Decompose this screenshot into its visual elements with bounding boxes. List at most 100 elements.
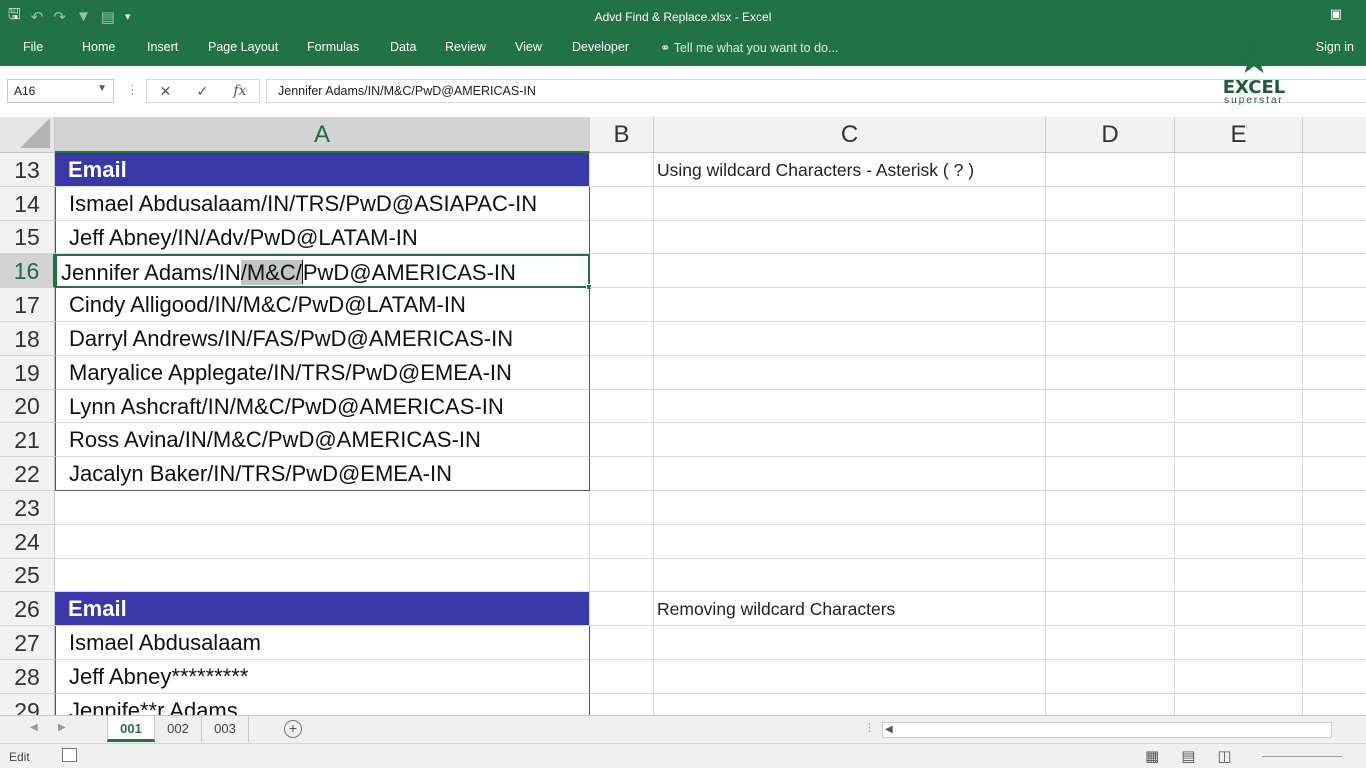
cell-f29[interactable] — [1303, 694, 1366, 715]
cell-a15[interactable]: Jeff Abney/IN/Adv/PwD@LATAM-IN — [55, 221, 590, 254]
cell-f27[interactable] — [1303, 626, 1366, 660]
cell-b26[interactable] — [590, 592, 654, 626]
cell-a19[interactable]: Maryalice Applegate/IN/TRS/PwD@EMEA-IN — [55, 356, 590, 390]
cell-a28[interactable]: Jeff Abney********* — [55, 660, 590, 694]
column-header-e[interactable]: E — [1175, 117, 1303, 153]
row-header-18[interactable]: 18 — [0, 322, 55, 356]
row-header-21[interactable]: 21 — [0, 423, 55, 457]
cell-f24[interactable] — [1303, 525, 1366, 559]
column-header-c[interactable]: C — [654, 117, 1046, 153]
cell-b21[interactable] — [590, 423, 654, 457]
cell-e18[interactable] — [1175, 322, 1303, 356]
cell-c13[interactable]: Using wildcard Characters - Asterisk ( ?… — [654, 153, 1046, 187]
row-header-26[interactable]: 26 — [0, 592, 55, 626]
cell-c21[interactable] — [654, 423, 1046, 457]
cell-e29[interactable] — [1175, 694, 1303, 715]
cell-b29[interactable] — [590, 694, 654, 715]
tell-me-search[interactable]: ⚭ Tell me what you want to do... — [660, 40, 838, 55]
macro-recording-icon[interactable] — [62, 748, 77, 762]
cell-d14[interactable] — [1046, 187, 1175, 221]
cell-f23[interactable] — [1303, 491, 1366, 525]
horizontal-scrollbar[interactable]: ◀ — [882, 722, 1332, 738]
cell-d13[interactable] — [1046, 153, 1175, 187]
cell-a24[interactable] — [55, 525, 590, 559]
select-all-button[interactable] — [0, 117, 55, 153]
cell-e23[interactable] — [1175, 491, 1303, 525]
cell-b14[interactable] — [590, 187, 654, 221]
tab-formulas[interactable]: Formulas — [307, 40, 359, 54]
row-header-19[interactable]: 19 — [0, 356, 55, 390]
cell-b17[interactable] — [590, 288, 654, 322]
zoom-slider[interactable] — [1262, 756, 1342, 757]
cell-d20[interactable] — [1046, 390, 1175, 423]
cell-f14[interactable] — [1303, 187, 1366, 221]
row-header-20[interactable]: 20 — [0, 390, 55, 423]
cell-c22[interactable] — [654, 457, 1046, 491]
enter-icon[interactable]: ✓ — [196, 83, 208, 100]
chevron-down-icon[interactable]: ▼ — [97, 83, 107, 94]
cell-d19[interactable] — [1046, 356, 1175, 390]
row-header-23[interactable]: 23 — [0, 491, 55, 525]
column-header-a[interactable]: A — [55, 117, 590, 153]
cell-c25[interactable] — [654, 559, 1046, 592]
cell-d27[interactable] — [1046, 626, 1175, 660]
cell-c19[interactable] — [654, 356, 1046, 390]
scroll-left-arrow-icon[interactable]: ◀ — [885, 724, 893, 735]
formula-bar-grip[interactable]: ⋮ — [126, 82, 139, 98]
cell-d16[interactable] — [1046, 254, 1175, 288]
insert-function-icon[interactable]: fx — [233, 83, 246, 99]
page-break-view-icon[interactable]: ◫ — [1217, 747, 1231, 765]
cell-a26[interactable]: Email — [55, 592, 590, 626]
cell-a21[interactable]: Ross Avina/IN/M&C/PwD@AMERICAS-IN — [55, 423, 590, 457]
cell-f16[interactable] — [1303, 254, 1366, 288]
cell-f18[interactable] — [1303, 322, 1366, 356]
cell-d15[interactable] — [1046, 221, 1175, 254]
formula-input[interactable]: Jennifer Adams/IN/M&C/PwD@AMERICAS-IN — [266, 79, 1366, 103]
cell-d18[interactable] — [1046, 322, 1175, 356]
cell-e27[interactable] — [1175, 626, 1303, 660]
cell-b28[interactable] — [590, 660, 654, 694]
cell-a22[interactable]: Jacalyn Baker/IN/TRS/PwD@EMEA-IN — [55, 457, 590, 491]
cell-a23[interactable] — [55, 491, 590, 525]
cell-a17[interactable]: Cindy Alligood/IN/M&C/PwD@LATAM-IN — [55, 288, 590, 322]
cell-c23[interactable] — [654, 491, 1046, 525]
row-header-22[interactable]: 22 — [0, 457, 55, 491]
cell-a29[interactable]: Jennife**r Adams — [55, 694, 590, 715]
worksheet-grid[interactable]: A B C D E 13 Email Using wildcard Characte… — [0, 117, 1366, 715]
cell-b18[interactable] — [590, 322, 654, 356]
cell-b23[interactable] — [590, 491, 654, 525]
scroll-right-icon[interactable]: ▶ — [58, 722, 66, 733]
cell-a14[interactable]: Ismael Abdusalaam/IN/TRS/PwD@ASIAPAC-IN — [55, 187, 590, 221]
column-header-f[interactable] — [1303, 117, 1366, 153]
cell-c18[interactable] — [654, 322, 1046, 356]
cell-e26[interactable] — [1175, 592, 1303, 626]
cell-b13[interactable] — [590, 153, 654, 187]
row-header-13[interactable]: 13 — [0, 153, 55, 187]
cell-f20[interactable] — [1303, 390, 1366, 423]
add-sheet-icon[interactable]: + — [284, 720, 302, 738]
cell-f28[interactable] — [1303, 660, 1366, 694]
cell-a25[interactable] — [55, 559, 590, 592]
row-header-14[interactable]: 14 — [0, 187, 55, 221]
cell-b25[interactable] — [590, 559, 654, 592]
cell-b24[interactable] — [590, 525, 654, 559]
cell-f21[interactable] — [1303, 423, 1366, 457]
row-header-24[interactable]: 24 — [0, 525, 55, 559]
cell-d25[interactable] — [1046, 559, 1175, 592]
sheet-tab-003[interactable]: 003 — [202, 716, 249, 742]
cell-e17[interactable] — [1175, 288, 1303, 322]
tab-review[interactable]: Review — [445, 40, 486, 54]
tab-data[interactable]: Data — [390, 40, 416, 54]
tab-insert[interactable]: Insert — [147, 40, 178, 54]
cell-f22[interactable] — [1303, 457, 1366, 491]
cell-b22[interactable] — [590, 457, 654, 491]
cell-b27[interactable] — [590, 626, 654, 660]
cell-c24[interactable] — [654, 525, 1046, 559]
cell-e19[interactable] — [1175, 356, 1303, 390]
column-header-d[interactable]: D — [1046, 117, 1175, 153]
row-header-27[interactable]: 27 — [0, 626, 55, 660]
cell-e21[interactable] — [1175, 423, 1303, 457]
tab-developer[interactable]: Developer — [572, 40, 629, 54]
cell-e16[interactable] — [1175, 254, 1303, 288]
tab-file[interactable]: File — [23, 40, 43, 54]
